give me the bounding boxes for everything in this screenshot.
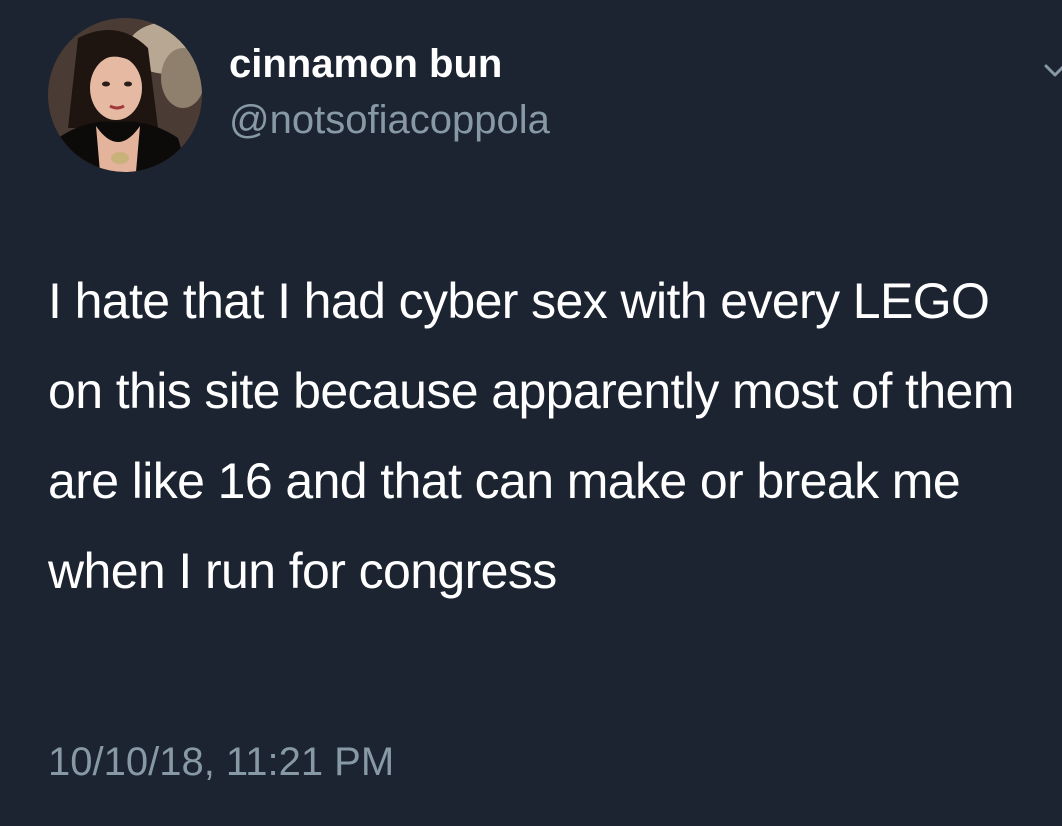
tweet-card: cinnamon bun @notsofiacoppola I hate tha… [0,0,1062,826]
profile-photo-icon [48,18,202,172]
display-name[interactable]: cinnamon bun [229,40,502,88]
tweet-text: I hate that I had cyber sex with every L… [48,273,1014,599]
user-handle[interactable]: @notsofiacoppola [229,96,550,144]
tweet-timestamp[interactable]: 10/10/18, 11:21 PM [48,738,394,786]
chevron-down-icon[interactable] [1040,56,1062,86]
avatar[interactable] [48,18,202,172]
